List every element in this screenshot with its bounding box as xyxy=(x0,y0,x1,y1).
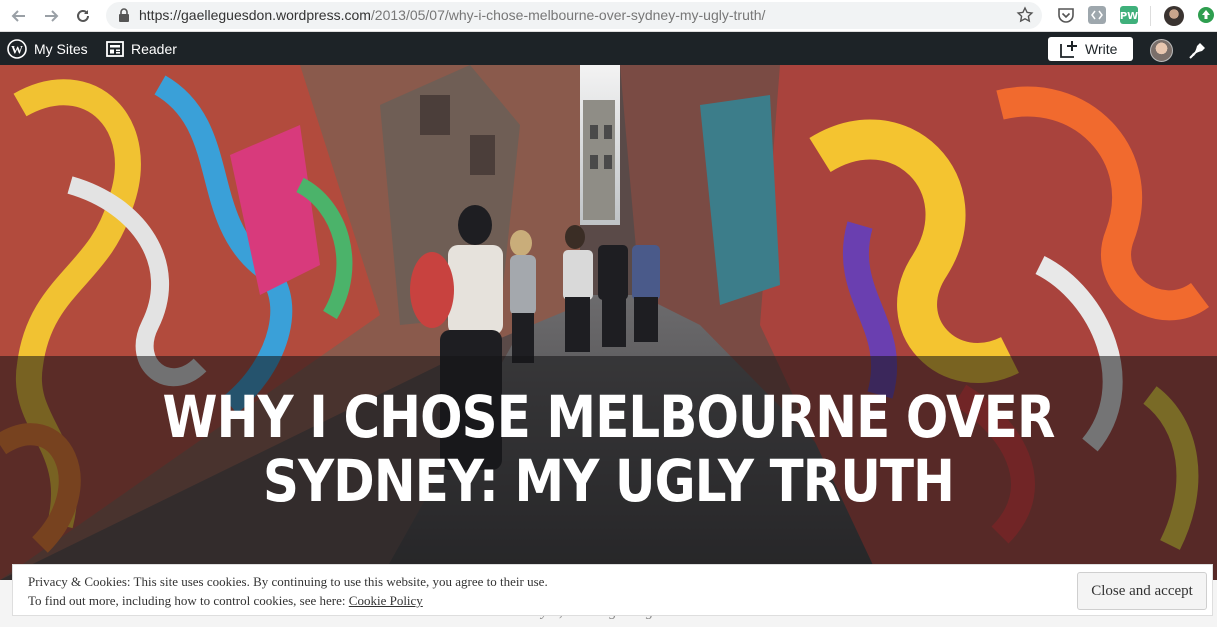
forward-button[interactable] xyxy=(40,5,62,27)
reader-icon xyxy=(106,40,124,57)
lock-icon xyxy=(119,8,129,22)
notifications-bell-icon[interactable] xyxy=(1187,39,1209,61)
my-sites-label: My Sites xyxy=(34,40,88,57)
close-and-accept-button[interactable]: Close and accept xyxy=(1077,572,1207,610)
arrow-right-icon xyxy=(45,10,59,22)
reload-icon xyxy=(77,9,89,22)
update-icon[interactable] xyxy=(1197,6,1215,24)
post-title: WHY I CHOSE MELBOURNE OVER SYDNEY: MY UG… xyxy=(162,383,1055,515)
reload-button[interactable] xyxy=(72,5,94,27)
profile-avatar[interactable] xyxy=(1164,6,1184,26)
write-label: Write xyxy=(1085,41,1118,57)
wordpress-logo-icon: W xyxy=(7,38,27,59)
wp-admin-bar: W My Sites Reader Write xyxy=(0,32,1217,65)
svg-text:PW: PW xyxy=(1120,11,1138,22)
cookie-banner: Privacy & Cookies: This site uses cookie… xyxy=(12,564,1213,616)
user-avatar[interactable] xyxy=(1150,39,1173,62)
back-button[interactable] xyxy=(8,5,30,27)
browser-toolbar: https://gaelleguesdon.wordpress.com/2013… xyxy=(0,0,1217,32)
pw-extension-icon[interactable]: PW xyxy=(1120,6,1138,24)
cookie-line-2-text: To find out more, including how to contr… xyxy=(28,593,349,608)
pocket-icon[interactable] xyxy=(1057,6,1075,24)
code-extension-icon[interactable] xyxy=(1088,6,1106,24)
reader-menu[interactable]: Reader xyxy=(106,32,177,65)
cookie-text: Privacy & Cookies: This site uses cookie… xyxy=(28,572,548,610)
url-host: https://gaelleguesdon.wordpress.com xyxy=(139,7,371,23)
toolbar-divider xyxy=(1150,6,1151,26)
cookie-line-2: To find out more, including how to contr… xyxy=(28,591,548,610)
hero-image: WHY I CHOSE MELBOURNE OVER SYDNEY: MY UG… xyxy=(0,65,1217,580)
bookmark-star-icon[interactable] xyxy=(1016,6,1034,24)
url-text[interactable]: https://gaelleguesdon.wordpress.com/2013… xyxy=(139,7,765,23)
write-plus-icon xyxy=(1060,41,1077,58)
cookie-policy-link[interactable]: Cookie Policy xyxy=(349,593,423,608)
arrow-left-icon xyxy=(11,10,25,22)
cookie-line-1: Privacy & Cookies: This site uses cookie… xyxy=(28,574,548,589)
my-sites-menu[interactable]: W My Sites xyxy=(7,32,88,65)
reader-label: Reader xyxy=(131,40,177,57)
svg-text:W: W xyxy=(11,42,23,56)
write-button[interactable]: Write xyxy=(1048,37,1133,61)
url-path: /2013/05/07/why-i-chose-melbourne-over-s… xyxy=(370,7,766,23)
